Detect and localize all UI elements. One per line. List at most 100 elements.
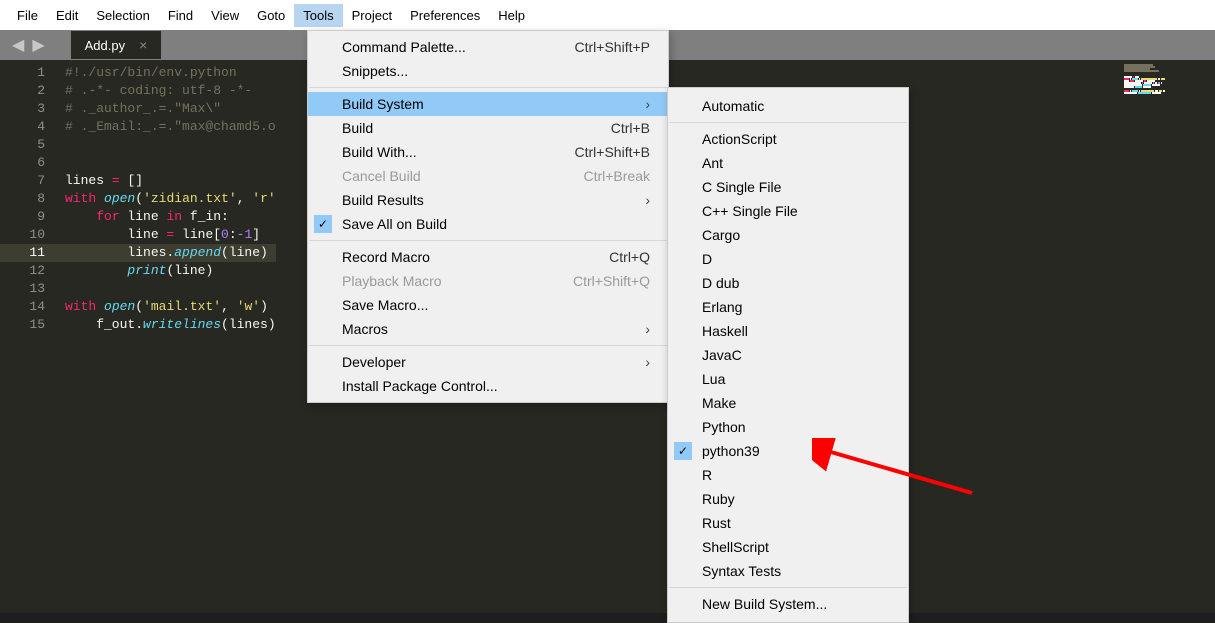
build-item-make[interactable]: Make (668, 391, 908, 415)
line-number: 8 (0, 190, 45, 208)
tools-item-save-all-on-build[interactable]: ✓ Save All on Build (308, 212, 668, 236)
menubar-item-goto[interactable]: Goto (248, 4, 294, 27)
menu-item-label: Install Package Control... (342, 378, 498, 394)
close-icon[interactable]: × (139, 37, 147, 53)
menu-item-label: D (702, 251, 712, 267)
code-line (55, 154, 276, 172)
menubar-item-help[interactable]: Help (489, 4, 534, 27)
build-item-python[interactable]: Python (668, 415, 908, 439)
shortcut: Ctrl+Break (543, 168, 650, 184)
menu-item-label: Save All on Build (342, 216, 447, 232)
build-item-automatic[interactable]: Automatic (668, 94, 908, 118)
menu-item-label: Save Macro... (342, 297, 428, 313)
build-item-ant[interactable]: Ant (668, 151, 908, 175)
code-line (55, 136, 276, 154)
chevron-right-icon: › (605, 354, 650, 370)
code-line: print(line) (55, 262, 276, 280)
nav-back-icon[interactable]: ◀ (12, 35, 24, 55)
build-item-new-build-system-[interactable]: New Build System... (668, 592, 908, 616)
tools-item-record-macro[interactable]: Record MacroCtrl+Q (308, 245, 668, 269)
code-line: lines = [] (55, 172, 276, 190)
code-line: for line in f_in: (55, 208, 276, 226)
menu-item-label: Python (702, 419, 746, 435)
tools-item-command-palette-[interactable]: Command Palette...Ctrl+Shift+P (308, 35, 668, 59)
line-number: 10 (0, 226, 45, 244)
tools-item-save-macro-[interactable]: Save Macro... (308, 293, 668, 317)
tab-title: Add.py (85, 38, 125, 53)
build-item-actionscript[interactable]: ActionScript (668, 127, 908, 151)
menu-item-label: Ruby (702, 491, 735, 507)
line-number: 7 (0, 172, 45, 190)
menu-item-label: Macros (342, 321, 388, 337)
nav-forward-icon[interactable]: ▶ (32, 35, 44, 55)
build-item-javac[interactable]: JavaC (668, 343, 908, 367)
check-icon: ✓ (314, 215, 332, 233)
tools-item-build[interactable]: BuildCtrl+B (308, 116, 668, 140)
menubar-item-find[interactable]: Find (159, 4, 202, 27)
tools-item-build-system[interactable]: Build System› (308, 92, 668, 116)
build-system-menu: Automatic ActionScript Ant C Single File C++… (667, 87, 909, 623)
tools-item-developer[interactable]: Developer › (308, 350, 668, 374)
menubar-item-project[interactable]: Project (343, 4, 401, 27)
menu-item-label: Rust (702, 515, 731, 531)
tools-item-install-package-control-[interactable]: Install Package Control... (308, 374, 668, 398)
line-number: 2 (0, 82, 45, 100)
menubar-item-preferences[interactable]: Preferences (401, 4, 489, 27)
menu-item-label: Cargo (702, 227, 740, 243)
menu-item-label: Haskell (702, 323, 748, 339)
build-item-cargo[interactable]: Cargo (668, 223, 908, 247)
line-number: 13 (0, 280, 45, 298)
build-item-rust[interactable]: Rust (668, 511, 908, 535)
menubar-item-tools[interactable]: Tools (294, 4, 342, 27)
menu-item-label: New Build System... (702, 596, 827, 612)
menubar-item-edit[interactable]: Edit (47, 4, 87, 27)
build-item-ruby[interactable]: Ruby (668, 487, 908, 511)
build-item-erlang[interactable]: Erlang (668, 295, 908, 319)
menu-item-label: Build With... (342, 144, 417, 160)
build-item-c-single-file[interactable]: C Single File (668, 175, 908, 199)
build-item-shellscript[interactable]: ShellScript (668, 535, 908, 559)
tools-menu: Command Palette...Ctrl+Shift+PSnippets..… (307, 30, 669, 403)
menu-item-label: Playback Macro (342, 273, 442, 289)
menu-item-label: Lua (702, 371, 725, 387)
tools-item-snippets-[interactable]: Snippets... (308, 59, 668, 83)
code-line: with open('zidian.txt', 'r' (55, 190, 276, 208)
code[interactable]: #!./usr/bin/env.python# .-*- coding: utf… (55, 60, 276, 613)
tools-item-build-with-[interactable]: Build With...Ctrl+Shift+B (308, 140, 668, 164)
build-item-syntax-tests[interactable]: Syntax Tests (668, 559, 908, 583)
menu-item-label: Ant (702, 155, 723, 171)
tools-item-macros[interactable]: Macros› (308, 317, 668, 341)
tools-item-build-results[interactable]: Build Results › (308, 188, 668, 212)
minimap[interactable] (1120, 60, 1215, 613)
menubar-item-selection[interactable]: Selection (87, 4, 158, 27)
build-item-python39[interactable]: ✓python39 (668, 439, 908, 463)
build-item-haskell[interactable]: Haskell (668, 319, 908, 343)
code-line: # .-*- coding: utf-8 -*- (55, 82, 276, 100)
code-line: lines.append(line) (55, 244, 276, 262)
code-line: with open('mail.txt', 'w') (55, 298, 276, 316)
tab-add-py[interactable]: Add.py × (71, 31, 162, 59)
menu-item-label: Make (702, 395, 736, 411)
tools-item-cancel-build: Cancel BuildCtrl+Break (308, 164, 668, 188)
menubar-item-file[interactable]: File (8, 4, 47, 27)
shortcut: Ctrl+B (571, 120, 650, 136)
build-item-c-single-file[interactable]: C++ Single File (668, 199, 908, 223)
build-item-d[interactable]: D (668, 247, 908, 271)
build-item-r[interactable]: R (668, 463, 908, 487)
chevron-right-icon: › (605, 192, 650, 208)
menu-item-label: Developer (342, 354, 406, 370)
build-item-d-dub[interactable]: D dub (668, 271, 908, 295)
separator (669, 587, 907, 588)
menubar: FileEditSelectionFindViewGotoToolsProjec… (0, 0, 1215, 30)
menubar-item-view[interactable]: View (202, 4, 248, 27)
code-line: # ._author_.=."Max\" (55, 100, 276, 118)
menu-item-label: ShellScript (702, 539, 769, 555)
build-item-lua[interactable]: Lua (668, 367, 908, 391)
line-number: 3 (0, 100, 45, 118)
menu-item-label: R (702, 467, 712, 483)
code-line: # ._Email:_.=."max@chamd5.o (55, 118, 276, 136)
separator (669, 122, 907, 123)
menu-item-label: Build Results (342, 192, 424, 208)
menu-item-label: C++ Single File (702, 203, 798, 219)
line-number: 11 (0, 244, 55, 262)
